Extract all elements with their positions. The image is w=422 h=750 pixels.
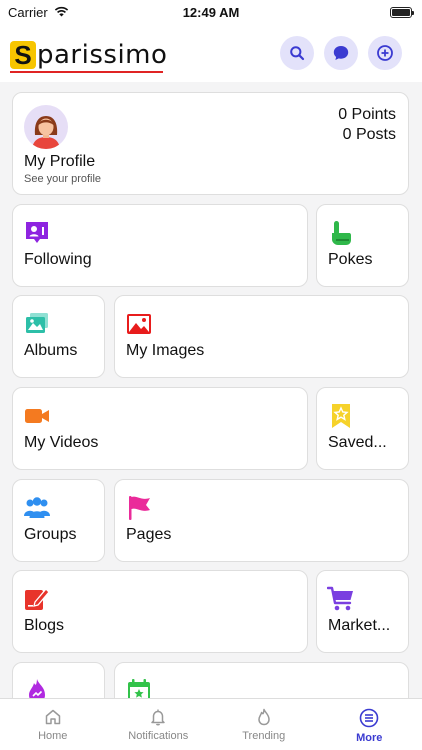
menu-item-events[interactable] xyxy=(114,662,409,698)
battery-icon xyxy=(390,6,414,18)
menu-item-pages[interactable]: Pages xyxy=(114,479,409,562)
bookmark-star-icon xyxy=(332,404,350,428)
users-group-icon xyxy=(24,497,50,518)
app-logo[interactable]: S parissimo xyxy=(10,33,167,73)
logo-text: parissimo xyxy=(37,40,168,70)
home-icon xyxy=(45,709,60,725)
search-icon xyxy=(290,46,305,61)
bottom-tab-bar: Home Notifications Trending More xyxy=(0,698,422,750)
app-header: S parissimo xyxy=(0,24,422,82)
saved-label: Saved... xyxy=(328,434,387,451)
search-button[interactable] xyxy=(280,36,314,70)
tab-trending-label: Trending xyxy=(242,730,286,742)
flame-icon xyxy=(258,708,270,726)
tab-trending[interactable]: Trending xyxy=(211,699,317,750)
menu-item-groups[interactable]: Groups xyxy=(12,479,105,562)
blog-edit-icon xyxy=(25,588,50,610)
tab-notifications-label: Notifications xyxy=(128,730,189,742)
profile-subtitle: See your profile xyxy=(24,173,102,185)
status-bar: Carrier 12:49 AM xyxy=(0,0,422,24)
add-circle-icon xyxy=(377,45,393,61)
video-camera-icon xyxy=(25,409,49,423)
shopping-cart-icon xyxy=(327,586,353,611)
albums-icon xyxy=(26,313,48,333)
my-videos-label: My Videos xyxy=(24,434,99,451)
menu-item-following[interactable]: Following xyxy=(12,204,308,287)
menu-item-popular[interactable] xyxy=(12,662,105,698)
tab-home[interactable]: Home xyxy=(0,699,106,750)
logo-mark: S xyxy=(10,41,36,69)
flag-icon xyxy=(129,496,150,520)
chat-bubble-icon xyxy=(333,46,349,60)
pages-label: Pages xyxy=(126,526,172,543)
groups-label: Groups xyxy=(24,526,77,543)
profile-name: My Profile xyxy=(24,153,96,170)
following-label: Following xyxy=(24,251,92,268)
menu-item-albums[interactable]: Albums xyxy=(12,295,105,378)
market-label: Market... xyxy=(328,617,391,634)
trending-flame-icon xyxy=(29,679,45,698)
tab-more-label: More xyxy=(356,732,383,744)
posts-count: 0 Posts xyxy=(342,126,396,143)
image-icon xyxy=(127,314,151,334)
messages-button[interactable] xyxy=(324,36,358,70)
carrier-label: Carrier xyxy=(8,4,48,20)
menu-item-blogs[interactable]: Blogs xyxy=(12,570,308,653)
more-menu-grid: My Profile See your profile 0 Points 0 P… xyxy=(0,82,422,698)
my-images-label: My Images xyxy=(126,342,205,359)
calendar-star-icon xyxy=(128,679,150,698)
albums-label: Albums xyxy=(24,342,78,359)
menu-icon xyxy=(359,708,379,728)
wifi-icon xyxy=(54,5,69,20)
create-button[interactable] xyxy=(368,36,402,70)
bell-icon xyxy=(151,709,165,726)
follower-icon xyxy=(26,222,48,243)
tab-notifications[interactable]: Notifications xyxy=(106,699,212,750)
points-count: 0 Points xyxy=(338,106,396,123)
avatar xyxy=(24,105,68,149)
blogs-label: Blogs xyxy=(24,617,65,634)
menu-item-pokes[interactable]: Pokes xyxy=(316,204,409,287)
menu-item-my-videos[interactable]: My Videos xyxy=(12,387,308,470)
tab-more[interactable]: More xyxy=(317,699,422,750)
pokes-label: Pokes xyxy=(328,251,373,268)
menu-item-my-images[interactable]: My Images xyxy=(114,295,409,378)
hand-pointer-icon xyxy=(332,221,351,245)
tab-home-label: Home xyxy=(38,730,68,742)
profile-card[interactable]: My Profile See your profile 0 Points 0 P… xyxy=(12,92,409,195)
menu-item-market[interactable]: Market... xyxy=(316,570,409,653)
menu-item-saved[interactable]: Saved... xyxy=(316,387,409,470)
